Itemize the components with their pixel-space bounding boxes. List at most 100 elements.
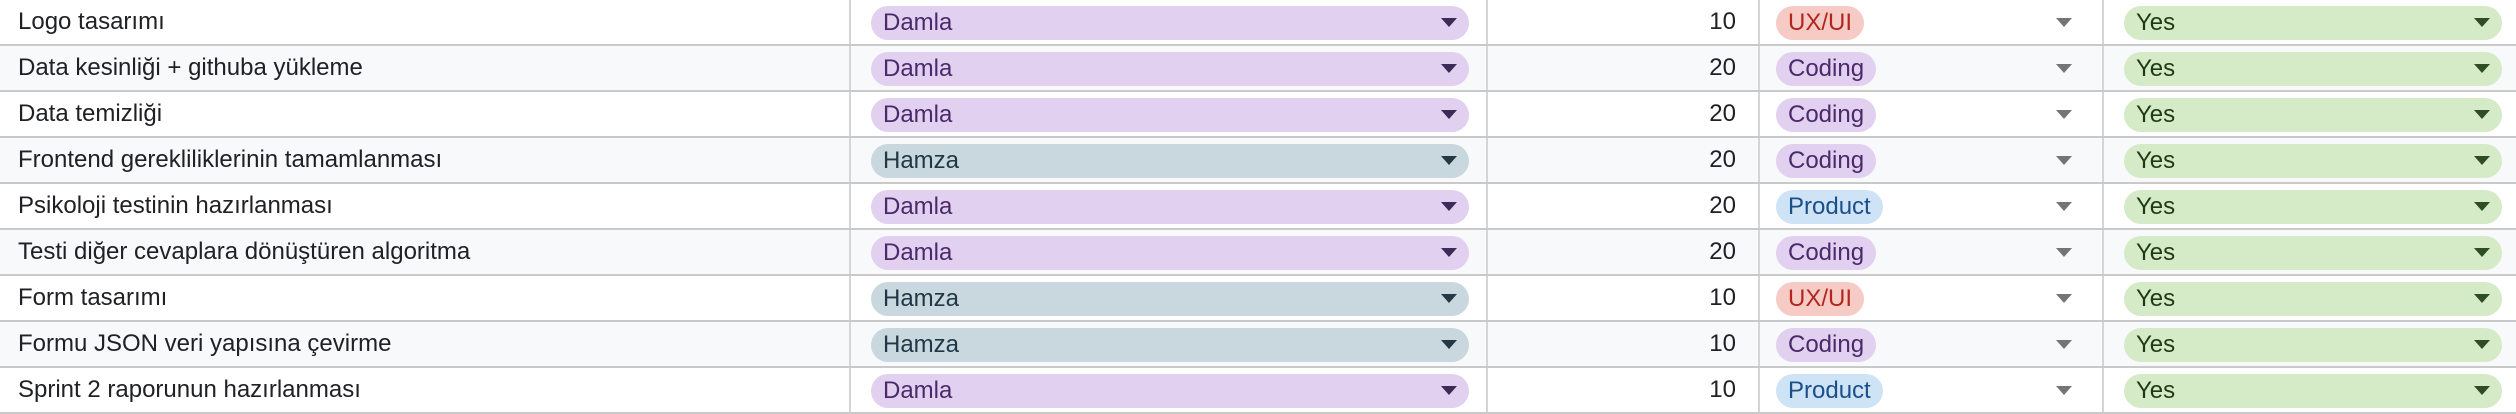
caret-down-icon[interactable] [1441,64,1457,73]
category-cell[interactable]: Coding [1760,230,2104,274]
points-cell[interactable]: 20 [1488,230,1760,274]
caret-down-icon[interactable] [2474,294,2490,303]
caret-down-icon[interactable] [2474,18,2490,27]
caret-down-icon[interactable] [2056,386,2072,395]
points-cell[interactable]: 10 [1488,368,1760,412]
caret-down-icon[interactable] [2474,110,2490,119]
done-cell[interactable]: Yes [2104,322,2516,366]
caret-down-icon[interactable] [1441,294,1457,303]
owner-cell[interactable]: Damla [851,0,1488,44]
category-cell[interactable]: Product [1760,368,2104,412]
points-cell[interactable]: 10 [1488,0,1760,44]
task-name-cell[interactable]: Data kesinliği + githuba yükleme [0,46,851,90]
owner-cell[interactable]: Damla [851,230,1488,274]
owner-chip[interactable]: Damla [871,374,1469,408]
done-cell[interactable]: Yes [2104,0,2516,44]
done-chip[interactable]: Yes [2124,236,2502,270]
owner-chip[interactable]: Damla [871,6,1469,40]
points-cell[interactable]: 10 [1488,322,1760,366]
category-cell[interactable]: Coding [1760,322,2104,366]
owner-label: Damla [883,101,953,128]
task-name-cell[interactable]: Data temizliği [0,92,851,136]
task-name-cell[interactable]: Psikoloji testinin hazırlanması [0,184,851,228]
done-chip[interactable]: Yes [2124,6,2502,40]
caret-down-icon[interactable] [1441,248,1457,257]
owner-cell[interactable]: Hamza [851,322,1488,366]
points-cell[interactable]: 20 [1488,46,1760,90]
done-chip[interactable]: Yes [2124,282,2502,316]
category-chip: Coding [1776,144,1877,178]
caret-down-icon[interactable] [2056,18,2072,27]
caret-down-icon[interactable] [1441,386,1457,395]
points-cell[interactable]: 10 [1488,276,1760,320]
owner-label: Hamza [883,147,960,174]
caret-down-icon[interactable] [2056,248,2072,257]
owner-cell[interactable]: Hamza [851,138,1488,182]
owner-chip[interactable]: Damla [871,236,1469,270]
points-cell[interactable]: 20 [1488,92,1760,136]
done-chip[interactable]: Yes [2124,52,2502,86]
task-name-cell[interactable]: Sprint 2 raporunun hazırlanması [0,368,851,412]
caret-down-icon[interactable] [2474,340,2490,349]
caret-down-icon[interactable] [2056,202,2072,211]
caret-down-icon[interactable] [2474,202,2490,211]
points-cell[interactable]: 20 [1488,138,1760,182]
category-cell[interactable]: Coding [1760,138,2104,182]
owner-cell[interactable]: Hamza [851,276,1488,320]
caret-down-icon[interactable] [2474,156,2490,165]
done-chip[interactable]: Yes [2124,190,2502,224]
points-cell[interactable]: 20 [1488,184,1760,228]
category-cell[interactable]: UX/UI [1760,276,2104,320]
table-row: Testi diğer cevaplara dönüştüren algorit… [0,230,2516,276]
category-cell[interactable]: Coding [1760,46,2104,90]
done-cell[interactable]: Yes [2104,368,2516,412]
owner-chip[interactable]: Damla [871,190,1469,224]
caret-down-icon[interactable] [2056,294,2072,303]
task-name-cell[interactable]: Testi diğer cevaplara dönüştüren algorit… [0,230,851,274]
category-cell[interactable]: Coding [1760,92,2104,136]
category-chip: Product [1776,374,1883,408]
task-name-cell[interactable]: Form tasarımı [0,276,851,320]
category-cell[interactable]: UX/UI [1760,0,2104,44]
owner-cell[interactable]: Damla [851,46,1488,90]
done-chip[interactable]: Yes [2124,144,2502,178]
caret-down-icon[interactable] [2056,156,2072,165]
owner-chip[interactable]: Damla [871,52,1469,86]
caret-down-icon[interactable] [2474,248,2490,257]
caret-down-icon[interactable] [2056,64,2072,73]
done-chip[interactable]: Yes [2124,98,2502,132]
owner-chip[interactable]: Hamza [871,328,1469,362]
caret-down-icon[interactable] [1441,202,1457,211]
caret-down-icon[interactable] [1441,340,1457,349]
done-cell[interactable]: Yes [2104,184,2516,228]
done-cell[interactable]: Yes [2104,138,2516,182]
owner-cell[interactable]: Damla [851,368,1488,412]
caret-down-icon[interactable] [1441,156,1457,165]
done-cell[interactable]: Yes [2104,92,2516,136]
category-chip: UX/UI [1776,282,1865,316]
category-chip: UX/UI [1776,6,1865,40]
task-name-cell[interactable]: Frontend gerekliliklerinin tamamlanması [0,138,851,182]
owner-chip[interactable]: Hamza [871,144,1469,178]
caret-down-icon[interactable] [2056,340,2072,349]
owner-chip[interactable]: Damla [871,98,1469,132]
caret-down-icon[interactable] [2474,64,2490,73]
caret-down-icon[interactable] [2056,110,2072,119]
caret-down-icon[interactable] [1441,18,1457,27]
done-label: Yes [2136,193,2176,220]
task-name-cell[interactable]: Logo tasarımı [0,0,851,44]
done-chip[interactable]: Yes [2124,328,2502,362]
done-cell[interactable]: Yes [2104,46,2516,90]
table-row: Logo tasarımı Damla 10 UX/UI Yes [0,0,2516,46]
task-name-cell[interactable]: Formu JSON veri yapısına çevirme [0,322,851,366]
done-cell[interactable]: Yes [2104,230,2516,274]
owner-chip[interactable]: Hamza [871,282,1469,316]
done-chip[interactable]: Yes [2124,374,2502,408]
owner-cell[interactable]: Damla [851,92,1488,136]
category-cell[interactable]: Product [1760,184,2104,228]
owner-cell[interactable]: Damla [851,184,1488,228]
caret-down-icon[interactable] [2474,386,2490,395]
table-row: Psikoloji testinin hazırlanması Damla 20… [0,184,2516,230]
done-cell[interactable]: Yes [2104,276,2516,320]
caret-down-icon[interactable] [1441,110,1457,119]
